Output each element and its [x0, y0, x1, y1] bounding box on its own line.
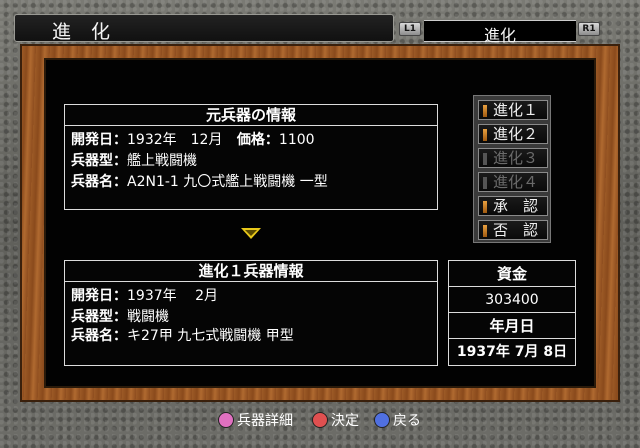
tab-evolve[interactable]: 進化: [424, 22, 576, 46]
source-type-label: 兵器型：: [71, 153, 127, 169]
source-name-row: 兵器名：A2N1-1 九〇式艦上戦闘機 一型: [71, 171, 328, 191]
menu-evolve-4-label: 進化４: [493, 173, 539, 191]
menu-marker-icon: [483, 129, 487, 141]
date-label: 年月日: [449, 313, 575, 339]
confirm-hint[interactable]: 決定: [312, 410, 359, 430]
source-type-value: 艦上戦闘機: [127, 153, 197, 169]
funds-label: 資金: [449, 261, 575, 287]
evolved-dev-date-value: 1937年 2月: [127, 288, 218, 304]
menu-marker-icon: [483, 105, 487, 117]
menu-marker-icon: [483, 153, 487, 165]
back-hint-label: 戻る: [393, 413, 421, 429]
evolution-menu: 進化１ 進化２ 進化３ 進化４ 承 認 否 認: [473, 95, 551, 243]
source-price-label: 価格：: [236, 132, 279, 148]
tab-plate: 進化: [424, 20, 576, 45]
details-hint[interactable]: 兵器詳細: [218, 410, 293, 430]
back-hint[interactable]: 戻る: [374, 410, 421, 430]
l1-button[interactable]: L1: [399, 22, 421, 36]
source-price-value: 1100: [278, 132, 315, 148]
source-dev-date-label: 開発日：: [71, 132, 127, 148]
evolved-type-label: 兵器型：: [71, 309, 127, 325]
evolved-type-row: 兵器型：戦闘機: [71, 306, 169, 326]
down-arrow-inner: [245, 230, 257, 236]
evolved-name-value: キ27甲 九七式戦闘機 甲型: [127, 328, 294, 344]
menu-marker-icon: [483, 177, 487, 189]
menu-evolve-1-label: 進化１: [493, 101, 539, 119]
funds-panel: 資金 303400 年月日 1937年 7月 8日: [448, 260, 576, 366]
menu-reject-label: 否 認: [493, 221, 539, 239]
evolved-weapon-panel: 進化１兵器情報 開発日：1937年 2月 兵器型：戦闘機 兵器名：キ27甲 九七…: [64, 260, 438, 366]
source-weapon-panel: 元兵器の情報 開発日：1932年 12月 価格：1100 兵器型：艦上戦闘機 兵…: [64, 104, 438, 210]
evolved-type-value: 戦闘機: [127, 309, 169, 325]
source-name-value: A2N1-1 九〇式艦上戦闘機 一型: [127, 174, 328, 190]
menu-reject[interactable]: 否 認: [478, 220, 548, 240]
source-weapon-title: 元兵器の情報: [65, 105, 437, 126]
funds-value: 303400: [449, 287, 575, 313]
menu-evolve-2-label: 進化２: [493, 125, 539, 143]
source-dev-date-row: 開発日：1932年 12月 価格：1100: [71, 129, 315, 149]
square-button-icon: [218, 412, 234, 428]
screen-title: 進化: [52, 21, 131, 43]
menu-approve[interactable]: 承 認: [478, 196, 548, 216]
evolved-name-row: 兵器名：キ27甲 九七式戦闘機 甲型: [71, 325, 294, 345]
menu-marker-icon: [483, 225, 487, 237]
menu-approve-label: 承 認: [493, 197, 539, 215]
evolved-name-label: 兵器名：: [71, 328, 127, 344]
evolved-weapon-title: 進化１兵器情報: [65, 261, 437, 282]
menu-evolve-3-label: 進化３: [493, 149, 539, 167]
evolved-dev-date-row: 開発日：1937年 2月: [71, 285, 218, 305]
menu-evolve-1[interactable]: 進化１: [478, 100, 548, 120]
source-name-label: 兵器名：: [71, 174, 127, 190]
cross-button-icon: [374, 412, 390, 428]
source-dev-date-value: 1932年 12月: [127, 132, 223, 148]
header-bar: 進化 L1 進化 R1: [0, 0, 640, 45]
source-type-row: 兵器型：艦上戦闘機: [71, 150, 197, 170]
date-value: 1937年 7月 8日: [456, 344, 568, 360]
menu-evolve-2[interactable]: 進化２: [478, 124, 548, 144]
circle-button-icon: [312, 412, 328, 428]
r1-button[interactable]: R1: [578, 22, 600, 36]
menu-marker-icon: [483, 201, 487, 213]
details-hint-label: 兵器詳細: [237, 413, 293, 429]
menu-evolve-3[interactable]: 進化３: [478, 148, 548, 168]
confirm-hint-label: 決定: [331, 413, 359, 429]
evolved-dev-date-label: 開発日：: [71, 288, 127, 304]
footer-bar: 兵器詳細 決定 戻る: [0, 402, 640, 448]
menu-evolve-4[interactable]: 進化４: [478, 172, 548, 192]
